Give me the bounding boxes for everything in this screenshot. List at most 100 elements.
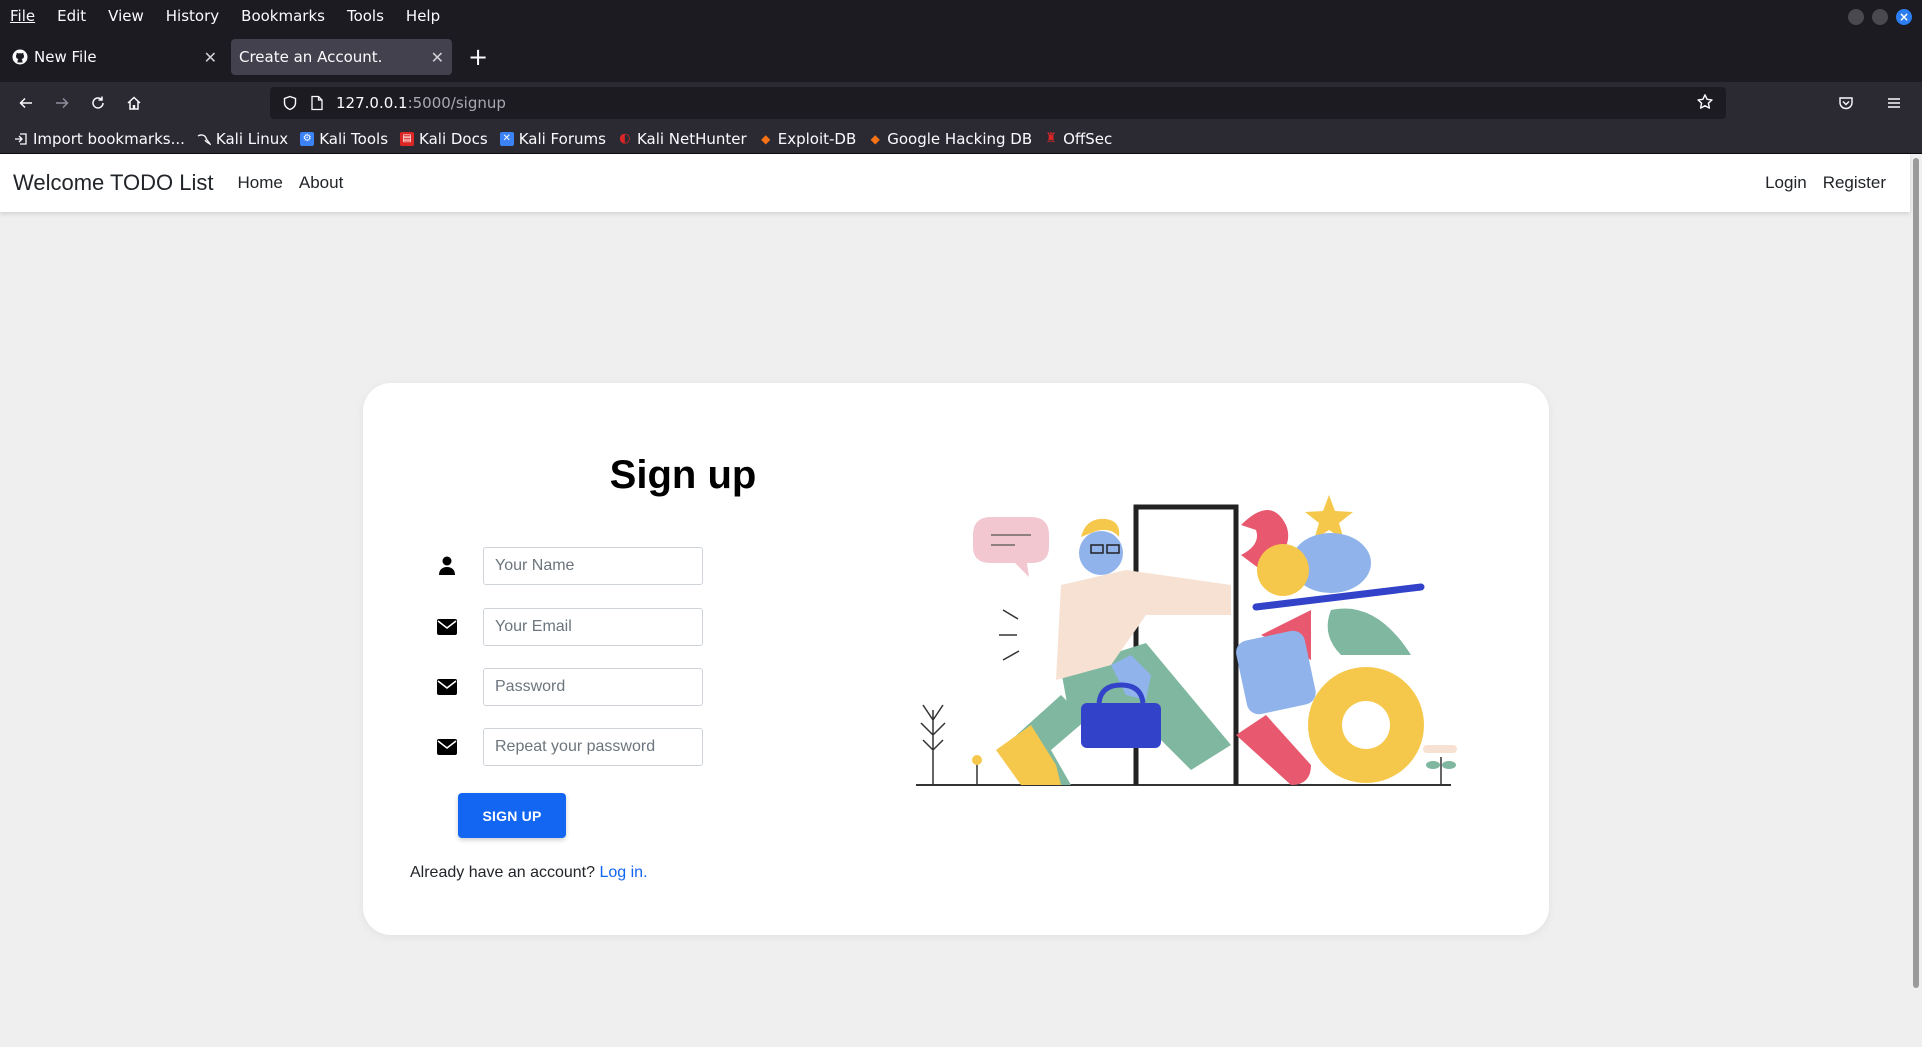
password-field-row — [433, 668, 733, 706]
tab-label: Create an Account. — [239, 48, 383, 66]
login-link[interactable]: Log in. — [599, 864, 647, 881]
tab-create-account[interactable]: Create an Account. ✕ — [231, 39, 452, 75]
login-prompt-text: Already have an account? — [410, 864, 596, 881]
home-icon — [127, 96, 141, 110]
menu-help[interactable]: Help — [406, 7, 440, 25]
email-input[interactable] — [483, 608, 703, 646]
arrow-right-icon — [56, 97, 69, 109]
forward-button[interactable] — [44, 87, 80, 119]
bookmark-import[interactable]: Import bookmarks... — [14, 130, 185, 148]
tab-label: New File — [34, 48, 97, 66]
bookmark-kali-linux[interactable]: Kali Linux — [197, 130, 288, 148]
kali-tools-icon: ⚙ — [300, 131, 315, 146]
bookmark-kali-nethunter[interactable]: ◐ Kali NetHunter — [618, 129, 747, 148]
menu-file[interactable]: File — [10, 7, 35, 25]
maximize-button[interactable] — [1872, 9, 1888, 25]
reload-button[interactable] — [80, 87, 116, 119]
window-controls: × — [1848, 9, 1912, 25]
name-field-row — [433, 547, 733, 585]
menu-edit[interactable]: Edit — [57, 7, 86, 25]
site-brand[interactable]: Welcome TODO List — [13, 170, 214, 196]
menu-view[interactable]: View — [108, 7, 144, 25]
url-bar[interactable]: 127.0.0.1:5000/signup — [270, 87, 1726, 119]
kali-docs-icon: ▤ — [400, 131, 415, 146]
signup-illustration — [916, 495, 1457, 786]
bookmark-label: Import bookmarks... — [33, 129, 185, 148]
signup-button[interactable]: SIGN UP — [458, 793, 566, 838]
bookmark-label: Kali Forums — [518, 129, 606, 148]
menu-tools-label: Tools — [346, 7, 384, 25]
bookmark-label: Kali NetHunter — [636, 129, 747, 148]
url-host: 127.0.0.1 — [336, 94, 408, 112]
bookmarks-toolbar: Import bookmarks... Kali Linux ⚙ Kali To… — [0, 124, 1922, 154]
pocket-button[interactable] — [1828, 87, 1864, 119]
nav-home-link[interactable]: Home — [238, 173, 283, 193]
menu-bookmarks-label: Bookmarks — [241, 7, 325, 25]
back-button[interactable] — [8, 87, 44, 119]
bookmark-offsec[interactable]: ♜ OffSec — [1044, 130, 1112, 148]
bookmark-label: Kali Tools — [319, 129, 389, 148]
ghdb-icon: ◆ — [870, 131, 880, 146]
page-icon — [311, 95, 323, 111]
hamburger-icon — [1888, 98, 1900, 108]
email-field-row — [433, 608, 733, 646]
url-path: :5000/signup — [407, 94, 506, 112]
app-menu-button[interactable] — [1876, 87, 1912, 119]
arrow-left-icon — [19, 97, 32, 109]
offsec-icon: ♜ — [1045, 131, 1057, 146]
browser-toolbar: 127.0.0.1:5000/signup — [0, 82, 1922, 124]
nav-about-link[interactable]: About — [299, 173, 343, 193]
bookmark-label: Kali Linux — [215, 129, 289, 148]
bookmark-label: Kali Docs — [419, 129, 488, 148]
bookmark-google-hacking-db[interactable]: ◆ Google Hacking DB — [868, 129, 1033, 148]
menu-view-label: View — [108, 7, 144, 25]
bookmark-label: OffSec — [1063, 129, 1113, 148]
menu-history-label: History — [165, 7, 220, 25]
name-input[interactable] — [483, 547, 703, 585]
envelope-icon — [433, 739, 461, 755]
menu-history[interactable]: History — [166, 7, 219, 25]
minimize-button[interactable] — [1848, 9, 1864, 25]
close-tab-icon[interactable]: ✕ — [204, 48, 217, 67]
bookmark-label: Google Hacking DB — [887, 129, 1033, 148]
bookmark-label: Exploit-DB — [777, 129, 857, 148]
page-scrollbar[interactable] — [1913, 158, 1919, 988]
shield-icon[interactable] — [282, 95, 298, 111]
bookmark-kali-tools[interactable]: ⚙ Kali Tools — [300, 130, 388, 148]
envelope-icon — [433, 679, 461, 695]
tab-strip: New File ✕ Create an Account. ✕ + — [0, 32, 1922, 82]
kali-dragon-icon — [197, 132, 211, 146]
nav-login-link[interactable]: Login — [1765, 173, 1807, 193]
signup-card: Sign up SIGN UP Alr — [363, 383, 1549, 935]
bookmark-exploit-db[interactable]: ◆ Exploit-DB — [759, 129, 857, 148]
github-icon — [12, 49, 28, 65]
menu-tools[interactable]: Tools — [347, 7, 384, 25]
site-navbar: Welcome TODO List Home About Login Regis… — [0, 154, 1910, 212]
kali-forums-icon: ✕ — [499, 131, 514, 146]
home-button[interactable] — [116, 87, 152, 119]
bookmark-kali-docs[interactable]: ▤ Kali Docs — [400, 130, 488, 148]
close-window-button[interactable]: × — [1896, 9, 1912, 25]
new-tab-button[interactable]: + — [464, 43, 492, 71]
exploit-db-icon: ◆ — [761, 131, 771, 146]
menu-help-label: Help — [405, 7, 441, 25]
page-viewport: Welcome TODO List Home About Login Regis… — [0, 154, 1922, 1047]
toolbar-right — [1828, 87, 1912, 119]
nav-right-group: Login Register — [1765, 173, 1902, 193]
tab-new-file[interactable]: New File ✕ — [4, 39, 225, 75]
login-prompt: Already have an account? Log in. — [410, 864, 648, 882]
repeat-password-input[interactable] — [483, 728, 703, 766]
pocket-icon — [1839, 97, 1853, 110]
reload-icon — [92, 96, 104, 109]
envelope-icon — [433, 619, 461, 635]
password-input[interactable] — [483, 668, 703, 706]
user-icon — [433, 556, 461, 576]
menu-bookmarks[interactable]: Bookmarks — [241, 7, 325, 25]
bookmark-star-icon[interactable] — [1696, 93, 1714, 111]
page-title: Sign up — [609, 453, 757, 497]
menu-file-label: File — [10, 7, 36, 25]
bookmark-kali-forums[interactable]: ✕ Kali Forums — [499, 129, 606, 148]
nav-register-link[interactable]: Register — [1823, 173, 1886, 193]
close-tab-icon[interactable]: ✕ — [431, 48, 444, 67]
browser-menubar: File Edit View History Bookmarks Tools H… — [0, 0, 1922, 32]
